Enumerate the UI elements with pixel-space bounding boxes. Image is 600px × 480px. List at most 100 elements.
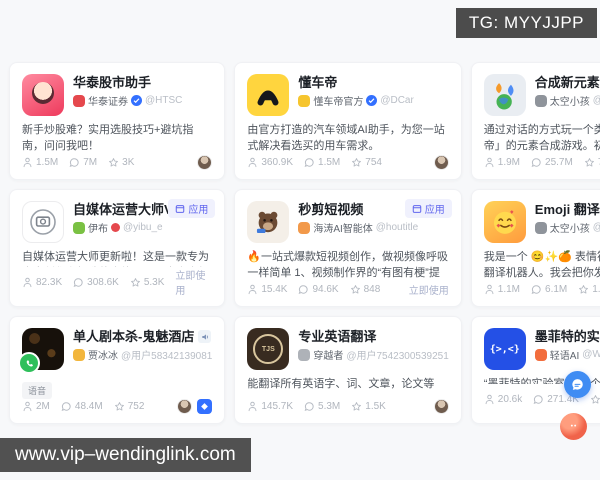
author-row: 海涛AI智能体 @houtitle: [298, 220, 448, 235]
chat-bubble-icon: [533, 394, 543, 404]
card-header: Emoji 翻译器 太空小孩 @spacekid: [483, 201, 600, 243]
telegram-watermark: TG: MYYJJPP: [455, 8, 597, 38]
bot-card-ghost-hotel[interactable]: 单人剧本杀-鬼魅酒店 贾冰冰 @用户58342139081 被困在诡异酒店，每个…: [9, 316, 226, 424]
users-stat: 82.3K: [22, 277, 62, 288]
users-icon: [23, 401, 32, 412]
author-name: 贾冰冰: [88, 351, 118, 362]
bot-card-emoji-translator[interactable]: Emoji 翻译器 太空小孩 @spacekid 我是一个 😊✨🍊 表情符号（e…: [470, 189, 600, 307]
haunted-hotel-photo-icon: [18, 328, 64, 374]
media-tool-icon: [22, 201, 64, 243]
users-icon: [248, 284, 257, 295]
author-avatar: [298, 94, 311, 107]
users-stat: 15.4K: [247, 284, 287, 295]
card-header: 合成新元素 太空小孩 @spacekid: [483, 74, 600, 116]
stats-row: 1.5M 7M 3K: [22, 155, 213, 170]
author-name: 太空小孩: [549, 97, 590, 108]
users-icon: [23, 277, 32, 287]
author-row: 轻语AI @WhisperingRain: [534, 347, 600, 362]
service-fab-button[interactable]: [560, 413, 587, 440]
chat-bubble-icon: [531, 285, 541, 295]
star-icon: [579, 285, 589, 294]
star-icon: [130, 277, 140, 287]
star-icon: [352, 402, 362, 411]
bot-card-murphy-lab[interactable]: 应用 {>,<} 墨菲特的实验室 轻语AI @WhisperingRain “墨…: [470, 316, 600, 424]
author-handle: @spacekid: [593, 222, 600, 233]
elements-game-icon: [483, 74, 526, 116]
author-avatar: [73, 221, 85, 234]
use-now-link[interactable]: 立即使用: [175, 267, 212, 297]
author-name: 太空小孩: [549, 224, 590, 235]
bot-description: 能翻译所有英语字、词、文章，论文等: [247, 378, 435, 390]
bot-card-dongchedi[interactable]: 懂车帝 懂车帝官方 @DCar 由官方打造的汽车领域AI助手，为您一站式解决看选…: [234, 62, 462, 180]
favorites-stat: 1.3K: [578, 284, 600, 295]
bot-title: 合成新元素: [534, 75, 600, 90]
chat-fab-button[interactable]: [564, 371, 591, 398]
chat-bubble-icon: [69, 158, 79, 168]
verified-icon: [131, 95, 142, 106]
stats-row: 15.4K 94.6K 848 立即使用: [247, 282, 449, 297]
code-lab-icon: {>,<}: [483, 328, 526, 370]
users-icon: [248, 157, 257, 168]
service-fab-icon: [570, 424, 577, 427]
author-name: 懂车帝官方: [313, 97, 364, 108]
favorites-stat: 3K: [108, 157, 134, 168]
seal-text: TJS: [261, 345, 275, 353]
star-icon: [114, 402, 124, 411]
favorites-stat: 752: [114, 401, 144, 412]
chat-bubble-icon: [531, 158, 541, 168]
creator-avatar-icon: [197, 155, 213, 170]
site-watermark: www.vip–wendinglink.com: [0, 438, 251, 472]
author-row: 贾冰冰 @用户58342139081: [73, 347, 212, 362]
creator-avatar-icon: [433, 155, 449, 170]
stats-row: 145.7K 5.3M 1.5K: [247, 399, 449, 414]
voice-call-icon: [18, 352, 40, 374]
author-handle: @yibu_e: [123, 222, 163, 233]
bot-card-video-clip[interactable]: 应用 秒剪短视频 海涛AI智能体 @houtitle 🔥一站式爆款短视频创作，做…: [234, 189, 462, 307]
author-row: 华泰证券 @HTSC: [73, 93, 212, 108]
author-avatar: [73, 348, 85, 361]
bot-card-english-translation[interactable]: TJS 专业英语翻译 穿越者 @用户7542300539251 能翻译所有英语字…: [234, 316, 462, 424]
users-stat: 1.1M: [484, 284, 520, 295]
bot-description: 通过对话的方式玩一个类似「涂鸦上帝」的元素合成游戏。初始元素是 💧 水、🔥 火、…: [483, 124, 600, 153]
star-icon: [350, 285, 360, 294]
bot-card-grid: 华泰股市助手 华泰证券 @HTSC 新手炒股难？实用选股技巧+避坑指南，问问我吧…: [9, 62, 600, 424]
author-name: 海涛AI智能体: [313, 224, 373, 235]
bot-description: 我是一个 😊✨🍊 表情符号（emoji）翻译机器人。我会把你发过来的语句用表情符…: [483, 251, 600, 280]
conversations-stat: 7M: [69, 157, 97, 168]
chat-bubble-icon: [304, 158, 314, 168]
bot-title: 自媒体运营大师V2: [73, 202, 180, 217]
use-now-link[interactable]: 立即使用: [409, 282, 449, 297]
bot-card-media-master[interactable]: 应用 自媒体运营大师V2 伊布 @yibu_e 自媒体运营大师更新啦！这是一款专…: [9, 189, 226, 307]
author-row: 伊布 @yibu_e: [73, 220, 212, 235]
author-handle: @houtitle: [375, 222, 419, 233]
favorites-stat: 654: [590, 394, 600, 405]
author-avatar: [298, 221, 311, 234]
chat-bubble-icon: [299, 285, 309, 295]
bot-title: 单人剧本杀-鬼魅酒店: [73, 329, 195, 344]
star-icon: [591, 394, 600, 404]
dongchedi-car-logo-icon: [247, 74, 290, 116]
chat-bubble-icon: [304, 402, 314, 412]
author-emoji-icon: [111, 223, 120, 232]
conversations-stat: 5.3M: [304, 401, 340, 412]
conversations-stat: 6.1M: [531, 284, 567, 295]
author-name: 穿越者: [313, 351, 344, 362]
author-handle: @WhisperingRain: [582, 349, 600, 360]
star-icon: [352, 158, 362, 167]
author-avatar: [534, 348, 547, 361]
stats-row: 1.1M 6.1M 1.3K: [484, 282, 600, 297]
conversations-stat: 48.4M: [61, 401, 103, 412]
favorites-stat: 1.5K: [351, 401, 386, 412]
card-header: 单人剧本杀-鬼魅酒店 贾冰冰 @用户58342139081: [18, 328, 212, 374]
card-header: 懂车帝 懂车帝官方 @DCar: [247, 74, 448, 116]
stats-row: 360.9K 1.5M 754: [247, 155, 449, 170]
stats-row: 2M 48.4M 752: [22, 399, 213, 414]
users-icon: [485, 157, 494, 168]
seal-logo-icon: TJS: [247, 328, 290, 370]
author-row: 太空小孩 @spacekid: [534, 93, 600, 108]
bot-card-huatai-stock[interactable]: 华泰股市助手 华泰证券 @HTSC 新手炒股难？实用选股技巧+避坑指南，问问我吧…: [9, 62, 226, 180]
conversations-stat: 308.6K: [73, 277, 119, 288]
bot-card-synthesize-elements[interactable]: 合成新元素 太空小孩 @spacekid 通过对话的方式玩一个类似「涂鸦上帝」的…: [470, 62, 600, 180]
app-badge: 应用: [404, 199, 452, 218]
card-header: {>,<} 墨菲特的实验室 轻语AI @WhisperingRain: [483, 328, 600, 370]
